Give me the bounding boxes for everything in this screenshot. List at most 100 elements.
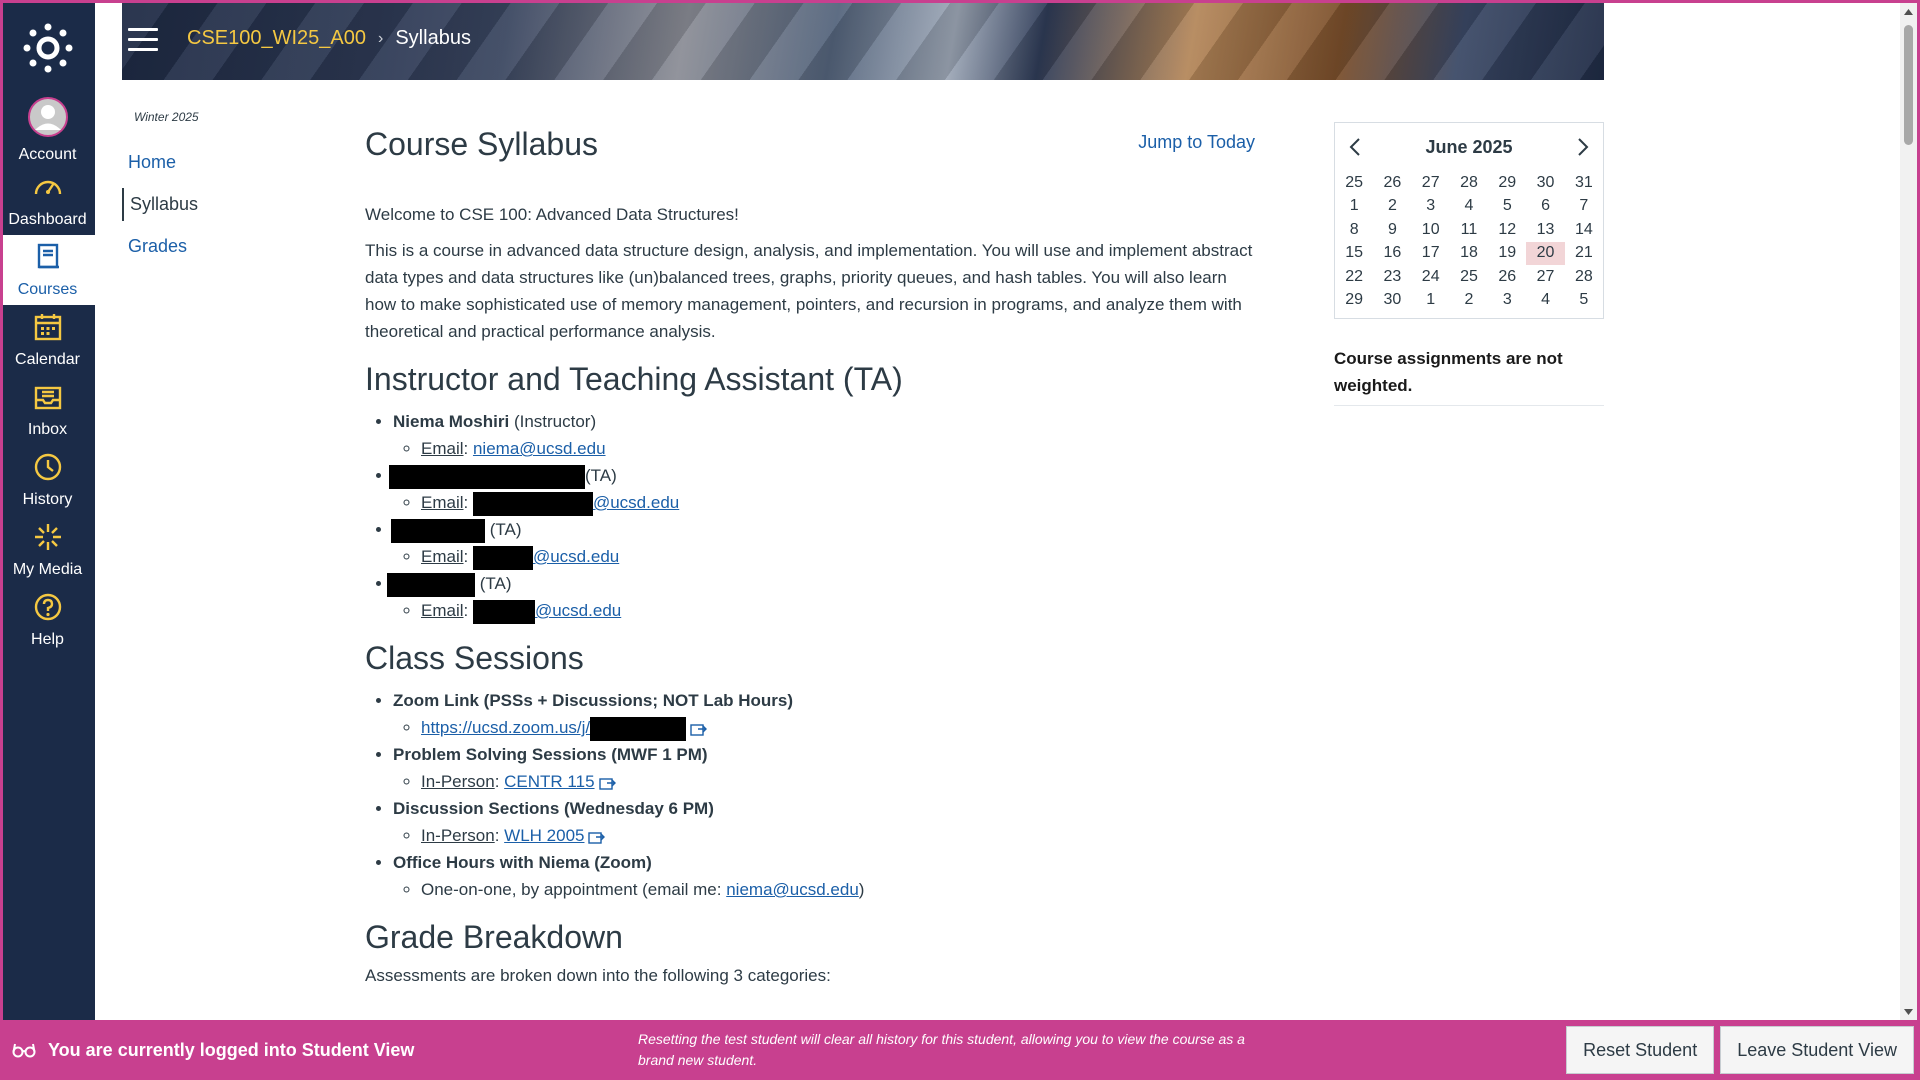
calendar-day[interactable]: 3	[1412, 195, 1450, 219]
list-item: In-Person: WLH 2005	[421, 822, 1255, 849]
ta-email-link[interactable]: @ucsd.edu	[535, 601, 621, 620]
course-nav-home[interactable]: Home	[122, 146, 322, 179]
calendar-day[interactable]: 20	[1526, 241, 1565, 265]
in-person-label: In-Person	[421, 772, 495, 791]
calendar-day[interactable]: 27	[1526, 265, 1564, 289]
canvas-logo[interactable]	[0, 0, 95, 95]
scroll-up-arrow-icon[interactable]	[1900, 3, 1917, 20]
term-label: Winter 2025	[134, 110, 199, 124]
external-link-icon	[690, 723, 708, 736]
calendar-day[interactable]: 4	[1526, 289, 1564, 313]
nav-item-dashboard[interactable]: Dashboard	[0, 165, 95, 235]
syllabus-content: Course Syllabus Jump to Today Welcome to…	[365, 100, 1255, 986]
discussion-title: Discussion Sections (Wednesday 6 PM)	[393, 799, 714, 818]
course-nav-grades[interactable]: Grades	[122, 230, 322, 263]
calendar-day[interactable]: 5	[1488, 195, 1526, 219]
calendar-day[interactable]: 8	[1335, 218, 1373, 242]
ta-email-link[interactable]: @ucsd.edu	[593, 493, 679, 512]
calendar-day[interactable]: 26	[1488, 265, 1526, 289]
list-item: Zoom Link (PSSs + Discussions; NOT Lab H…	[393, 687, 1255, 741]
calendar-day[interactable]: 2	[1450, 289, 1488, 313]
office-email-link[interactable]: niema@ucsd.edu	[726, 880, 859, 899]
zoom-link[interactable]: https://ucsd.zoom.us/j/	[421, 718, 590, 737]
scrollbar-thumb[interactable]	[1904, 25, 1913, 145]
email-label: Email	[421, 439, 464, 458]
redacted-block	[472, 491, 593, 516]
nav-item-mymedia[interactable]: My Media	[0, 515, 95, 585]
calendar-day[interactable]: 18	[1450, 242, 1488, 266]
next-month-button[interactable]	[1573, 135, 1593, 159]
calendar-day[interactable]: 25	[1450, 265, 1488, 289]
nav-item-inbox[interactable]: Inbox	[0, 375, 95, 445]
list-item: Office Hours with Niema (Zoom) One-on-on…	[393, 849, 1255, 903]
nav-item-account[interactable]: Account	[0, 95, 95, 165]
chevron-right-icon	[1578, 138, 1589, 156]
calendar-day[interactable]: 23	[1373, 265, 1411, 289]
calendar-day[interactable]: 6	[1526, 195, 1564, 219]
mini-calendar: June 2025 25 26 27 28 29 30 31 1 2 3 4 5 6 7 8 9 10 11 12 1…	[1334, 122, 1604, 319]
instructor-email-link[interactable]: niema@ucsd.edu	[473, 439, 606, 458]
nav-item-label: Help	[31, 630, 64, 648]
calendar-day[interactable]: 24	[1412, 265, 1450, 289]
calendar-day[interactable]: 12	[1488, 218, 1526, 242]
calendar-day[interactable]: 1	[1335, 195, 1373, 219]
email-label: Email	[421, 493, 464, 512]
nav-item-label: Account	[18, 145, 77, 163]
nav-item-courses[interactable]: Courses	[0, 235, 95, 305]
welcome-text: Welcome to CSE 100: Advanced Data Struct…	[365, 205, 739, 224]
calendar-day[interactable]: 28	[1450, 171, 1488, 195]
calendar-day[interactable]: 4	[1450, 195, 1488, 219]
pss-location-link[interactable]: CENTR 115	[504, 772, 594, 791]
course-header: CSE100_WI25_A00 › Syllabus	[122, 0, 1604, 80]
page-scrollbar[interactable]	[1900, 3, 1917, 1020]
sessions-list: Zoom Link (PSSs + Discussions; NOT Lab H…	[365, 687, 1255, 903]
calendar-day[interactable]: 30	[1526, 171, 1564, 195]
calendar-day[interactable]: 16	[1373, 242, 1411, 266]
calendar-day[interactable]: 5	[1565, 289, 1603, 313]
office-hours-close: )	[858, 880, 865, 899]
calendar-day[interactable]: 15	[1335, 242, 1373, 266]
calendar-day[interactable]: 7	[1565, 195, 1603, 219]
calendar-day[interactable]: 10	[1412, 218, 1450, 242]
discussion-location-link[interactable]: WLH 2005	[504, 826, 584, 845]
hamburger-menu-icon[interactable]	[128, 28, 158, 52]
breadcrumb-course-link[interactable]: CSE100_WI25_A00	[187, 27, 366, 50]
leave-student-view-button[interactable]: Leave Student View	[1720, 1026, 1914, 1074]
calendar-day[interactable]: 26	[1373, 171, 1411, 195]
calendar-day[interactable]: 14	[1565, 218, 1603, 242]
grade-breakdown-text: Assessments are broken down into the fol…	[365, 966, 831, 985]
calendar-day[interactable]: 29	[1335, 289, 1373, 313]
list-item: Problem Solving Sessions (MWF 1 PM) In-P…	[393, 741, 1255, 795]
list-item: Email: @ucsd.edu	[421, 489, 1255, 516]
ta-email-link[interactable]: @ucsd.edu	[533, 547, 619, 566]
instructors-heading: Instructor and Teaching Assistant (TA)	[365, 361, 903, 397]
calendar-day[interactable]: 19	[1488, 242, 1526, 266]
scroll-down-arrow-icon[interactable]	[1900, 1003, 1917, 1020]
right-sidebar: June 2025 25 26 27 28 29 30 31 1 2 3 4 5 6 7 8 9 10 11 12 1…	[1334, 122, 1604, 406]
jump-to-today-link[interactable]: Jump to Today	[1138, 132, 1255, 153]
student-view-message: You are currently logged into Student Vi…	[48, 1039, 415, 1060]
calendar-day[interactable]: 22	[1335, 265, 1373, 289]
calendar-day[interactable]: 3	[1488, 289, 1526, 313]
calendar-day[interactable]: 25	[1335, 171, 1373, 195]
office-hours-text: One-on-one, by appointment (email me:	[421, 880, 727, 899]
calendar-day[interactable]: 13	[1526, 218, 1564, 242]
calendar-day[interactable]: 29	[1488, 171, 1526, 195]
redacted-block	[472, 545, 533, 570]
calendar-day[interactable]: 11	[1450, 218, 1488, 242]
reset-student-button[interactable]: Reset Student	[1566, 1026, 1715, 1074]
nav-item-help[interactable]: Help	[0, 585, 95, 655]
nav-item-calendar[interactable]: Calendar	[0, 305, 95, 375]
course-nav-syllabus[interactable]: Syllabus	[122, 188, 322, 221]
calendar-day[interactable]: 28	[1565, 265, 1603, 289]
calendar-day[interactable]: 9	[1373, 218, 1411, 242]
calendar-day[interactable]: 30	[1373, 289, 1411, 313]
nav-item-history[interactable]: History	[0, 445, 95, 515]
calendar-day[interactable]: 1	[1412, 289, 1450, 313]
prev-month-button[interactable]	[1345, 135, 1365, 159]
calendar-day[interactable]: 21	[1565, 242, 1603, 266]
calendar-day[interactable]: 31	[1565, 171, 1603, 195]
calendar-day[interactable]: 2	[1373, 195, 1411, 219]
calendar-day[interactable]: 27	[1412, 171, 1450, 195]
calendar-day[interactable]: 17	[1412, 242, 1450, 266]
